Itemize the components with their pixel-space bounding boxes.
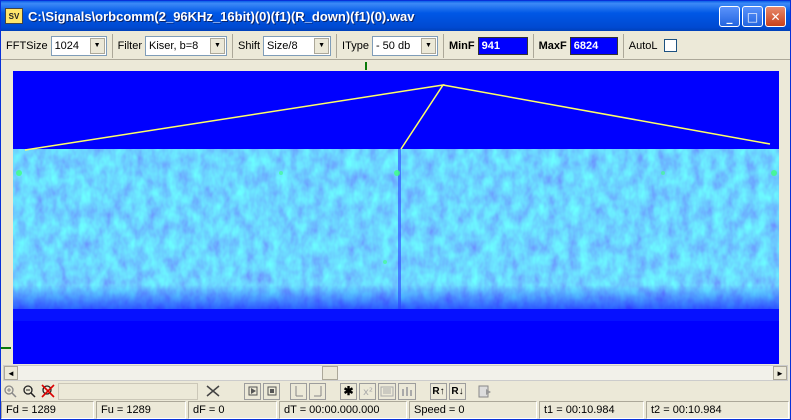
title-bar[interactable]: SV C:\Signals\orbcomm(2_96KHz_16bit)(0)(… (1, 1, 790, 31)
zoom-out-icon[interactable] (20, 383, 37, 400)
no-zoom-icon[interactable] (39, 383, 56, 400)
cursor-left-icon[interactable] (290, 382, 307, 400)
position-marker-left (1, 347, 11, 349)
carrier-spot (383, 260, 387, 264)
crossed-tools-icon[interactable] (204, 383, 222, 400)
status-fd: Fd = 1289 (1, 401, 94, 419)
minf-value[interactable]: 941 (477, 36, 528, 55)
export-icon[interactable] (476, 383, 494, 400)
spectrogram-svg (13, 71, 779, 364)
itype-select[interactable]: - 50 db ▼ (371, 35, 438, 56)
stop-icon[interactable] (263, 382, 280, 400)
minf-label: MinF (448, 39, 475, 52)
carrier-spot (661, 171, 665, 175)
status-df: dF = 0 (188, 401, 277, 419)
chevron-down-icon[interactable]: ▼ (89, 37, 105, 54)
status-dt: dT = 00:00.000.000 (279, 401, 407, 419)
carrier-spot (771, 170, 777, 176)
fftsize-label: FFTSize (6, 39, 48, 52)
close-button[interactable]: ✕ (765, 6, 786, 27)
scroll-left-icon[interactable]: ◄ (4, 366, 18, 380)
fftsize-group: FFTSize 1024 ▼ (1, 33, 113, 58)
shift-value: Size/8 (267, 39, 298, 52)
status-t2: t2 = 00:10.984 (646, 401, 789, 419)
sort-down-icon[interactable]: R↓ (449, 382, 466, 400)
shift-label: Shift (238, 39, 261, 52)
scrollbar-thumb[interactable] (322, 366, 338, 380)
zoom-in-icon[interactable] (1, 383, 18, 400)
filter-label: Filter (117, 39, 143, 52)
filter-value: Kiser, b=8 (149, 39, 199, 52)
itype-value: - 50 db (375, 39, 411, 52)
bars-icon[interactable] (398, 382, 416, 400)
status-bar: Fd = 1289 Fu = 1289 dF = 0 dT = 00:00.00… (1, 401, 790, 419)
itype-label: IType (342, 39, 369, 52)
status-fu: Fu = 1289 (96, 401, 186, 419)
app-window: SV C:\Signals\orbcomm(2_96KHz_16bit)(0)(… (0, 0, 791, 420)
bottom-toolbar: ✱ x² R↑ R↓ (1, 382, 790, 400)
waterfall-icon[interactable] (378, 382, 396, 400)
sort-up-icon[interactable]: R↑ (430, 382, 447, 400)
fftsize-value: 1024 (54, 39, 80, 52)
chevron-down-icon[interactable]: ▼ (420, 37, 436, 54)
carrier-spot (16, 170, 22, 176)
maxf-group: MaxF 6824 (534, 33, 624, 58)
maxf-label: MaxF (538, 39, 567, 52)
chevron-down-icon[interactable]: ▼ (210, 37, 226, 54)
app-icon: SV (5, 8, 23, 24)
asterisk-icon[interactable]: ✱ (340, 382, 357, 400)
progress-track (58, 382, 198, 400)
spectrogram-canvas[interactable] (13, 71, 779, 364)
autol-checkbox[interactable] (664, 39, 678, 52)
fftsize-select[interactable]: 1024 ▼ (50, 35, 107, 56)
position-marker-top (365, 62, 367, 70)
sigma-icon[interactable]: x² (359, 382, 376, 400)
play-icon[interactable] (244, 382, 261, 400)
itype-group: IType - 50 db ▼ (337, 33, 444, 58)
svg-text:x²: x² (363, 387, 373, 397)
lower-band-edge (13, 309, 779, 321)
carrier-spot (279, 171, 283, 175)
shift-group: Shift Size/8 ▼ (233, 33, 338, 58)
maximize-button[interactable]: □ (742, 6, 763, 27)
autol-group: AutoL (624, 34, 683, 58)
chevron-down-icon[interactable]: ▼ (314, 37, 330, 54)
cursor-right-icon[interactable] (309, 382, 326, 400)
autol-label: AutoL (628, 39, 658, 52)
settings-toolbar: FFTSize 1024 ▼ Filter Kiser, b=8 ▼ Shift… (1, 32, 790, 60)
shift-select[interactable]: Size/8 ▼ (263, 35, 332, 56)
filter-select[interactable]: Kiser, b=8 ▼ (145, 35, 228, 56)
carrier-spot (394, 170, 400, 176)
minimize-button[interactable]: _ (719, 6, 740, 27)
scroll-right-icon[interactable]: ► (773, 366, 787, 380)
minf-group: MinF 941 (444, 33, 534, 58)
status-speed: Speed = 0 (409, 401, 537, 419)
window-title: C:\Signals\orbcomm(2_96KHz_16bit)(0)(f1)… (28, 8, 415, 24)
filter-group: Filter Kiser, b=8 ▼ (113, 33, 234, 58)
status-t1: t1 = 00:10.984 (539, 401, 644, 419)
maxf-value[interactable]: 6824 (569, 36, 618, 55)
horizontal-scrollbar[interactable]: ◄ ► (3, 365, 788, 381)
